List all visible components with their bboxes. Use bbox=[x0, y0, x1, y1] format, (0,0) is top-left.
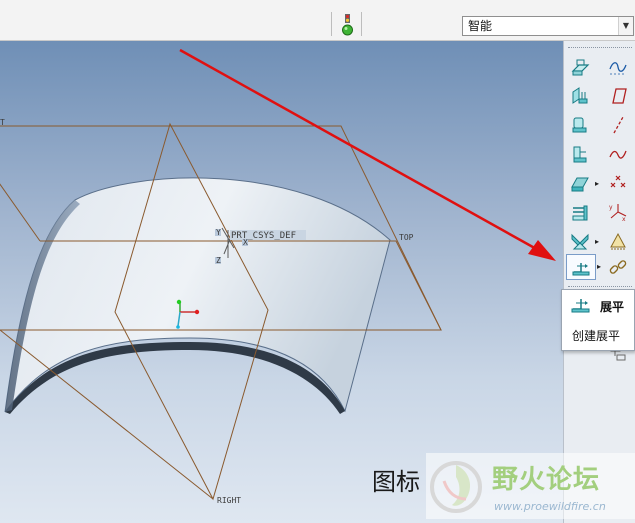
selection-filter-value: 智能 bbox=[468, 19, 493, 33]
datum-plane-icon[interactable] bbox=[605, 84, 631, 108]
unbend-tooltip: 展平 创建展平 bbox=[561, 289, 635, 351]
csys-tag-y: Y bbox=[216, 228, 221, 237]
graphics-viewport[interactable]: T TOP RIGHT PRT_CSYS_DEF Y Z X bbox=[0, 41, 563, 523]
datum-axis-icon[interactable] bbox=[605, 113, 631, 137]
merge-wall-icon[interactable] bbox=[567, 171, 593, 195]
wall-icon[interactable] bbox=[567, 55, 593, 79]
unbend-button[interactable] bbox=[566, 254, 596, 280]
analysis-icon[interactable] bbox=[605, 229, 631, 253]
bend-icon[interactable] bbox=[567, 229, 593, 253]
sketch-curve-icon[interactable] bbox=[605, 142, 631, 166]
extend-wall-icon[interactable] bbox=[567, 142, 593, 166]
flange-wall-icon[interactable] bbox=[567, 84, 593, 108]
flyout-arrow-icon[interactable]: ▸ bbox=[595, 180, 601, 188]
csys-tag-x: X bbox=[243, 238, 248, 247]
datum-csys-icon[interactable]: yx bbox=[605, 200, 631, 224]
toolbar-grip bbox=[568, 47, 632, 49]
toolbar-grip bbox=[568, 286, 632, 288]
chevron-down-icon[interactable]: ▼ bbox=[618, 17, 633, 35]
tooltip-title: 展平 bbox=[600, 300, 625, 314]
datum-curve-icon[interactable] bbox=[605, 55, 631, 79]
svg-text:y: y bbox=[609, 204, 613, 211]
selection-filter-select[interactable]: 智能 ▼ bbox=[462, 16, 634, 36]
datum-point-icon[interactable] bbox=[605, 171, 631, 195]
feature-toolbar: ▸ yx ▸ ▸ bbox=[563, 41, 635, 523]
csys-label: PRT_CSYS_DEF bbox=[231, 231, 296, 241]
csys-tag-z: Z bbox=[216, 256, 221, 265]
link-chain-icon[interactable] bbox=[605, 255, 631, 279]
svg-text:x: x bbox=[622, 216, 626, 222]
flyout-arrow-icon[interactable]: ▸ bbox=[595, 238, 601, 246]
tab-wall-icon[interactable] bbox=[567, 113, 593, 137]
toolbar-separator bbox=[331, 12, 332, 36]
datum-label-top: TOP bbox=[399, 233, 414, 242]
flyout-arrow-icon[interactable]: ▸ bbox=[597, 263, 603, 271]
datum-label-front: T bbox=[0, 118, 5, 127]
offset-wall-icon[interactable] bbox=[567, 200, 593, 224]
toolbar-separator bbox=[361, 12, 362, 36]
traffic-light-icon[interactable] bbox=[339, 14, 357, 38]
unbend-icon bbox=[572, 263, 590, 276]
watermark-url: www.proewildfire.cn bbox=[494, 500, 606, 513]
unbend-icon bbox=[570, 296, 592, 317]
model-canvas: T TOP RIGHT PRT_CSYS_DEF Y Z X bbox=[0, 48, 556, 505]
watermark-label: 图标 bbox=[372, 468, 420, 496]
top-toolbar: 智能 ▼ bbox=[0, 0, 635, 41]
watermark-logo bbox=[430, 461, 482, 513]
tooltip-description: 创建展平 bbox=[572, 329, 621, 343]
datum-label-right: RIGHT bbox=[217, 496, 241, 505]
watermark-title: 野火论坛 bbox=[492, 465, 601, 495]
